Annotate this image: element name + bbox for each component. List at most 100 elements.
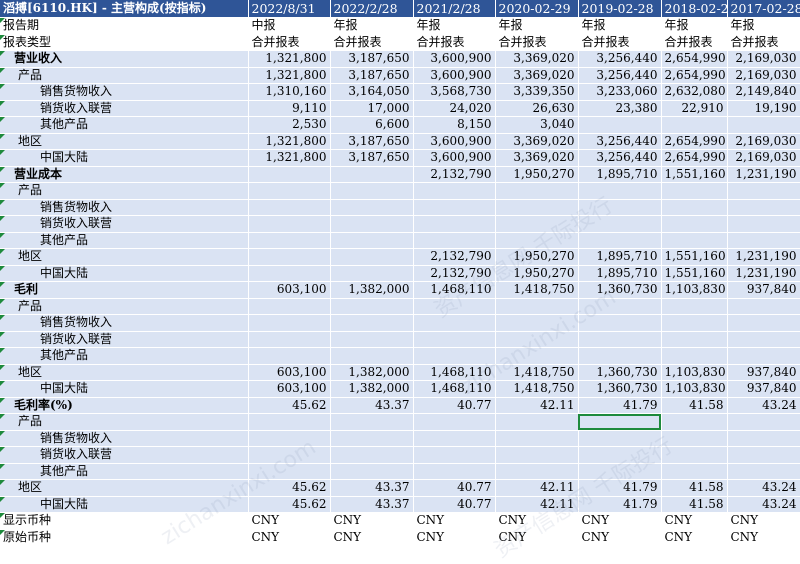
table-cell[interactable] (495, 215, 579, 233)
table-cell[interactable] (578, 199, 662, 216)
table-cell[interactable] (248, 430, 331, 447)
table-cell[interactable]: 1,418,750 (495, 380, 579, 398)
table-cell[interactable] (330, 298, 414, 315)
table-cell[interactable] (727, 298, 800, 315)
row-label-cell[interactable]: 销售货物收入 (0, 83, 249, 101)
table-cell[interactable] (578, 413, 662, 431)
table-cell[interactable] (248, 314, 331, 332)
table-cell[interactable]: 1,895,710 (578, 166, 662, 183)
table-cell[interactable]: 1,468,110 (413, 281, 496, 299)
table-cell[interactable]: 1,950,270 (495, 265, 579, 282)
table-cell[interactable] (330, 463, 414, 480)
table-cell[interactable]: 3,369,020 (495, 67, 579, 84)
table-cell[interactable]: 3,187,650 (330, 50, 414, 68)
table-cell[interactable]: 41.58 (661, 397, 728, 414)
table-cell[interactable] (727, 463, 800, 480)
row-label-cell[interactable]: 其他产品 (0, 347, 249, 365)
table-cell[interactable] (495, 413, 579, 431)
table-cell[interactable] (248, 463, 331, 480)
table-cell[interactable] (495, 463, 579, 480)
table-cell[interactable]: CNY (413, 529, 496, 546)
table-cell[interactable] (578, 347, 662, 365)
table-cell[interactable] (578, 116, 662, 134)
table-cell[interactable] (495, 199, 579, 216)
table-cell[interactable] (661, 298, 728, 315)
table-cell[interactable] (661, 430, 728, 447)
table-cell[interactable] (578, 215, 662, 233)
table-cell[interactable] (727, 215, 800, 233)
table-cell[interactable]: 2,132,790 (413, 248, 496, 266)
table-cell[interactable]: 2,132,790 (413, 265, 496, 282)
table-cell[interactable] (248, 232, 331, 249)
table-cell[interactable] (248, 215, 331, 233)
table-cell[interactable]: 合并报表 (661, 34, 728, 51)
table-cell[interactable]: 1,551,160 (661, 166, 728, 183)
table-cell[interactable] (330, 265, 414, 282)
row-label-cell[interactable]: 销货收入联营 (0, 446, 249, 464)
table-cell[interactable] (413, 199, 496, 216)
table-cell[interactable]: 1,321,800 (248, 133, 331, 150)
table-cell[interactable]: 年报 (727, 17, 800, 35)
table-cell[interactable]: 3,339,350 (495, 83, 579, 101)
table-cell[interactable]: 603,100 (248, 281, 331, 299)
table-cell[interactable]: 1,382,000 (330, 364, 414, 381)
table-cell[interactable]: 年报 (661, 17, 728, 35)
table-cell[interactable]: 603,100 (248, 364, 331, 381)
table-cell[interactable] (330, 232, 414, 249)
table-cell[interactable] (495, 430, 579, 447)
row-label-cell[interactable]: 销售货物收入 (0, 430, 249, 447)
row-label-cell[interactable]: 中国大陆 (0, 149, 249, 167)
table-cell[interactable]: 1,551,160 (661, 265, 728, 282)
table-cell[interactable]: 43.37 (330, 496, 414, 513)
row-label-cell[interactable]: 销货收入联营 (0, 215, 249, 233)
table-cell[interactable] (727, 182, 800, 200)
table-cell[interactable] (578, 463, 662, 480)
table-cell[interactable]: 41.58 (661, 496, 728, 513)
table-cell[interactable]: 1,360,730 (578, 380, 662, 398)
row-label-cell[interactable]: 产品 (0, 413, 249, 431)
row-label-cell[interactable]: 地区 (0, 364, 249, 381)
period-column-header[interactable]: 2022/2/28 (330, 0, 414, 18)
table-cell[interactable] (248, 166, 331, 183)
table-cell[interactable] (578, 446, 662, 464)
table-cell[interactable] (578, 314, 662, 332)
table-cell[interactable] (330, 199, 414, 216)
table-cell[interactable]: 1,468,110 (413, 364, 496, 381)
table-cell[interactable] (248, 331, 331, 348)
table-cell[interactable]: 2,169,030 (727, 50, 800, 68)
table-cell[interactable] (727, 199, 800, 216)
table-cell[interactable] (330, 413, 414, 431)
table-cell[interactable]: 3,187,650 (330, 67, 414, 84)
table-cell[interactable]: 43.37 (330, 397, 414, 414)
table-cell[interactable]: 43.24 (727, 479, 800, 497)
row-label-cell[interactable]: 地区 (0, 133, 249, 150)
table-cell[interactable]: 3,369,020 (495, 50, 579, 68)
table-cell[interactable] (495, 331, 579, 348)
table-cell[interactable]: 43.37 (330, 479, 414, 497)
table-cell[interactable]: 3,256,440 (578, 50, 662, 68)
table-cell[interactable] (248, 182, 331, 200)
table-cell[interactable] (661, 347, 728, 365)
table-cell[interactable]: 1,418,750 (495, 364, 579, 381)
table-cell[interactable] (413, 446, 496, 464)
table-cell[interactable]: 1,231,190 (727, 248, 800, 266)
table-cell[interactable]: 1,321,800 (248, 67, 331, 84)
sheet-title-header[interactable]: 滔搏[6110.HK] - 主营构成(按指标) (0, 0, 249, 18)
table-cell[interactable]: 41.58 (661, 479, 728, 497)
table-cell[interactable]: 3,600,900 (413, 133, 496, 150)
table-cell[interactable]: CNY (248, 529, 331, 546)
table-cell[interactable]: 合并报表 (495, 34, 579, 51)
table-cell[interactable]: 3,256,440 (578, 67, 662, 84)
row-label-cell[interactable]: 销货收入联营 (0, 100, 249, 117)
table-cell[interactable]: 1,321,800 (248, 50, 331, 68)
table-cell[interactable]: 1,468,110 (413, 380, 496, 398)
table-cell[interactable]: 43.24 (727, 397, 800, 414)
row-label-cell[interactable]: 地区 (0, 248, 249, 266)
table-cell[interactable] (578, 430, 662, 447)
table-cell[interactable]: 合并报表 (578, 34, 662, 51)
table-cell[interactable] (661, 314, 728, 332)
table-cell[interactable]: 42.11 (495, 479, 579, 497)
row-label-cell[interactable]: 中国大陆 (0, 496, 249, 513)
table-cell[interactable] (495, 298, 579, 315)
table-cell[interactable]: 3,600,900 (413, 67, 496, 84)
